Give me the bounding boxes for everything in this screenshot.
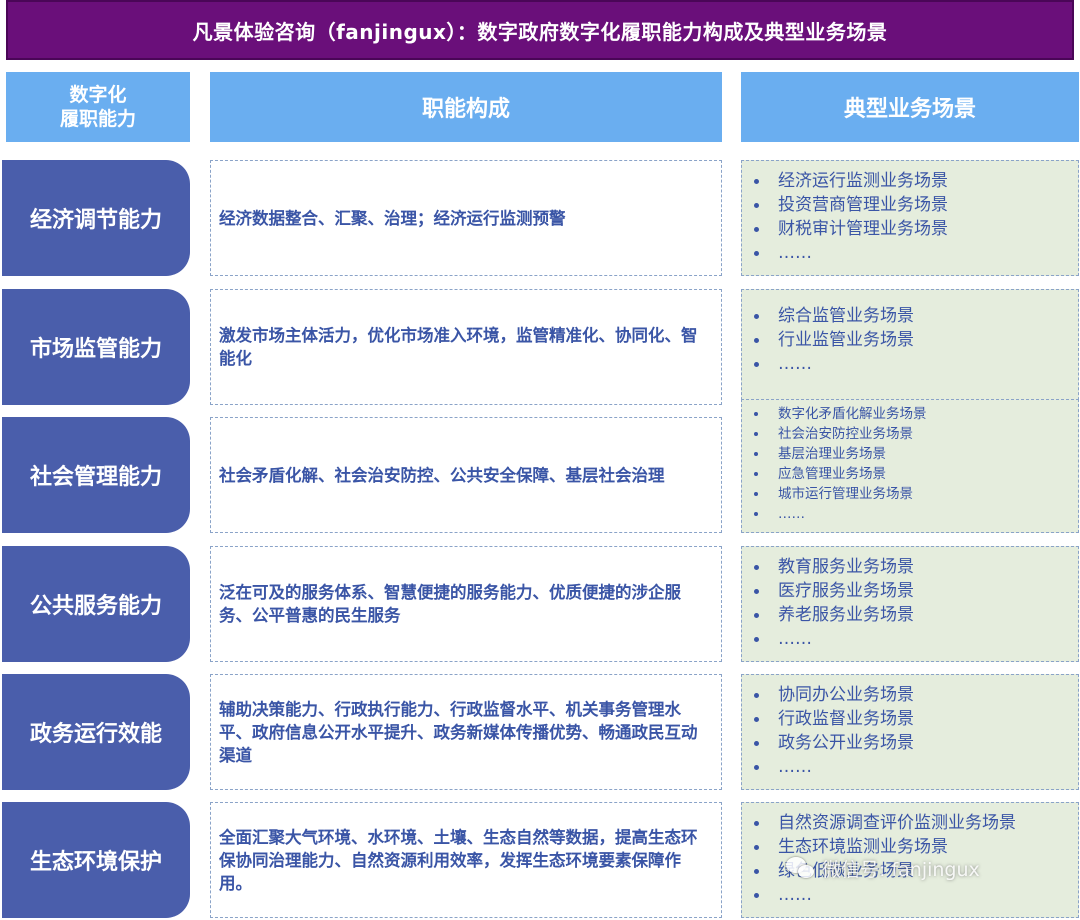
row-economic-regulation: 经济调节能力 经济数据整合、汇聚、治理；经济运行监测预警 经济运行监测业务场景 … xyxy=(0,160,1080,276)
scenario-list: 综合监管业务场景 行业监管业务场景 …… xyxy=(750,304,1072,376)
scenario-item: …… xyxy=(750,352,1072,376)
capability-cell: 经济调节能力 xyxy=(2,160,190,276)
scenario-item: 医疗服务业务场景 xyxy=(750,579,1072,603)
header-capability-label: 数字化 履职能力 xyxy=(59,84,136,130)
function-text: 全面汇聚大气环境、水环境、土壤、生态自然等数据，提高生态环保协同治理能力、自然资… xyxy=(219,827,698,893)
scenario-item: 养老服务业务场景 xyxy=(750,603,1072,627)
scenario-item: 社会治安防控业务场景 xyxy=(750,424,1072,444)
watermark-text: 微信号: fanjingux xyxy=(822,858,980,881)
scenario-item: 数字化矛盾化解业务场景 xyxy=(750,404,1072,424)
function-text: 社会矛盾化解、社会治安防控、公共安全保障、基层社会治理 xyxy=(219,465,665,485)
scenario-item: 综合监管业务场景 xyxy=(750,304,1072,328)
function-text: 经济数据整合、汇聚、治理；经济运行监测预警 xyxy=(219,208,566,228)
scenario-cell: 教育服务业务场景 医疗服务业务场景 养老服务业务场景 …… xyxy=(741,546,1079,662)
scenario-item: 投资营商管理业务场景 xyxy=(750,193,1072,217)
capability-cell: 社会管理能力 xyxy=(2,417,190,533)
scenario-cell: 协同办公业务场景 行政监督业务场景 政务公开业务场景 …… xyxy=(741,674,1079,790)
scenario-item: 政务公开业务场景 xyxy=(750,731,1072,755)
scenario-cell: 数字化矛盾化解业务场景 社会治安防控业务场景 基层治理业务场景 应急管理业务场景… xyxy=(741,399,1079,533)
scenario-item: 城市运行管理业务场景 xyxy=(750,484,1072,504)
scenario-list: 教育服务业务场景 医疗服务业务场景 养老服务业务场景 …… xyxy=(750,555,1072,651)
scenario-item: 行政监督业务场景 xyxy=(750,707,1072,731)
capability-cell: 公共服务能力 xyxy=(2,546,190,662)
scenario-item: …… xyxy=(750,241,1072,265)
scenario-item: 协同办公业务场景 xyxy=(750,683,1072,707)
function-cell: 社会矛盾化解、社会治安防控、公共安全保障、基层社会治理 xyxy=(210,417,722,533)
function-cell: 激发市场主体活力，优化市场准入环境，监管精准化、协同化、智能化 xyxy=(210,289,722,405)
function-text: 辅助决策能力、行政执行能力、行政监督水平、机关事务管理水平、政府信息公开水平提升… xyxy=(219,699,698,765)
function-cell: 全面汇聚大气环境、水环境、土壤、生态自然等数据，提高生态环保协同治理能力、自然资… xyxy=(210,802,722,918)
scenario-item: 自然资源调查评价监测业务场景 xyxy=(750,811,1072,835)
row-social-management: 社会管理能力 社会矛盾化解、社会治安防控、公共安全保障、基层社会治理 数字化矛盾… xyxy=(0,399,1080,533)
scenario-cell: 经济运行监测业务场景 投资营商管理业务场景 财税审计管理业务场景 …… xyxy=(741,160,1079,276)
wechat-icon xyxy=(786,855,816,881)
header-scenario: 典型业务场景 xyxy=(741,72,1079,142)
scenario-item: …… xyxy=(750,755,1072,779)
function-cell: 经济数据整合、汇聚、治理；经济运行监测预警 xyxy=(210,160,722,276)
scenario-item: …… xyxy=(750,504,1072,524)
function-text: 激发市场主体活力，优化市场准入环境，监管精准化、协同化、智能化 xyxy=(219,326,698,368)
row-market-supervision: 市场监管能力 激发市场主体活力，优化市场准入环境，监管精准化、协同化、智能化 综… xyxy=(0,289,1080,405)
function-cell: 泛在可及的服务体系、智慧便捷的服务能力、优质便捷的涉企服务、公平普惠的民生服务 xyxy=(210,546,722,662)
scenario-list: 协同办公业务场景 行政监督业务场景 政务公开业务场景 …… xyxy=(750,683,1072,779)
capability-cell: 政务运行效能 xyxy=(2,674,190,790)
capability-cell: 生态环境保护 xyxy=(2,802,190,918)
scenario-item: 应急管理业务场景 xyxy=(750,464,1072,484)
capability-cell: 市场监管能力 xyxy=(2,289,190,405)
page-title: 凡景体验咨询（fanjingux）：数字政府数字化履职能力构成及典型业务场景 xyxy=(6,0,1074,60)
scenario-item: 财税审计管理业务场景 xyxy=(750,217,1072,241)
scenario-item: 教育服务业务场景 xyxy=(750,555,1072,579)
header-capability: 数字化 履职能力 xyxy=(6,72,190,142)
wechat-watermark: 微信号: fanjingux xyxy=(786,846,980,890)
scenario-item: …… xyxy=(750,627,1072,651)
scenario-item: 行业监管业务场景 xyxy=(750,328,1072,352)
scenario-list: 经济运行监测业务场景 投资营商管理业务场景 财税审计管理业务场景 …… xyxy=(750,169,1072,265)
scenario-list: 数字化矛盾化解业务场景 社会治安防控业务场景 基层治理业务场景 应急管理业务场景… xyxy=(750,404,1072,524)
scenario-item: 经济运行监测业务场景 xyxy=(750,169,1072,193)
scenario-item: 基层治理业务场景 xyxy=(750,444,1072,464)
function-text: 泛在可及的服务体系、智慧便捷的服务能力、优质便捷的涉企服务、公平普惠的民生服务 xyxy=(219,583,681,625)
function-cell: 辅助决策能力、行政执行能力、行政监督水平、机关事务管理水平、政府信息公开水平提升… xyxy=(210,674,722,790)
row-government-operation: 政务运行效能 辅助决策能力、行政执行能力、行政监督水平、机关事务管理水平、政府信… xyxy=(0,674,1080,790)
row-public-service: 公共服务能力 泛在可及的服务体系、智慧便捷的服务能力、优质便捷的涉企服务、公平普… xyxy=(0,546,1080,662)
header-function: 职能构成 xyxy=(210,72,722,142)
scenario-cell: 综合监管业务场景 行业监管业务场景 …… xyxy=(741,289,1079,405)
